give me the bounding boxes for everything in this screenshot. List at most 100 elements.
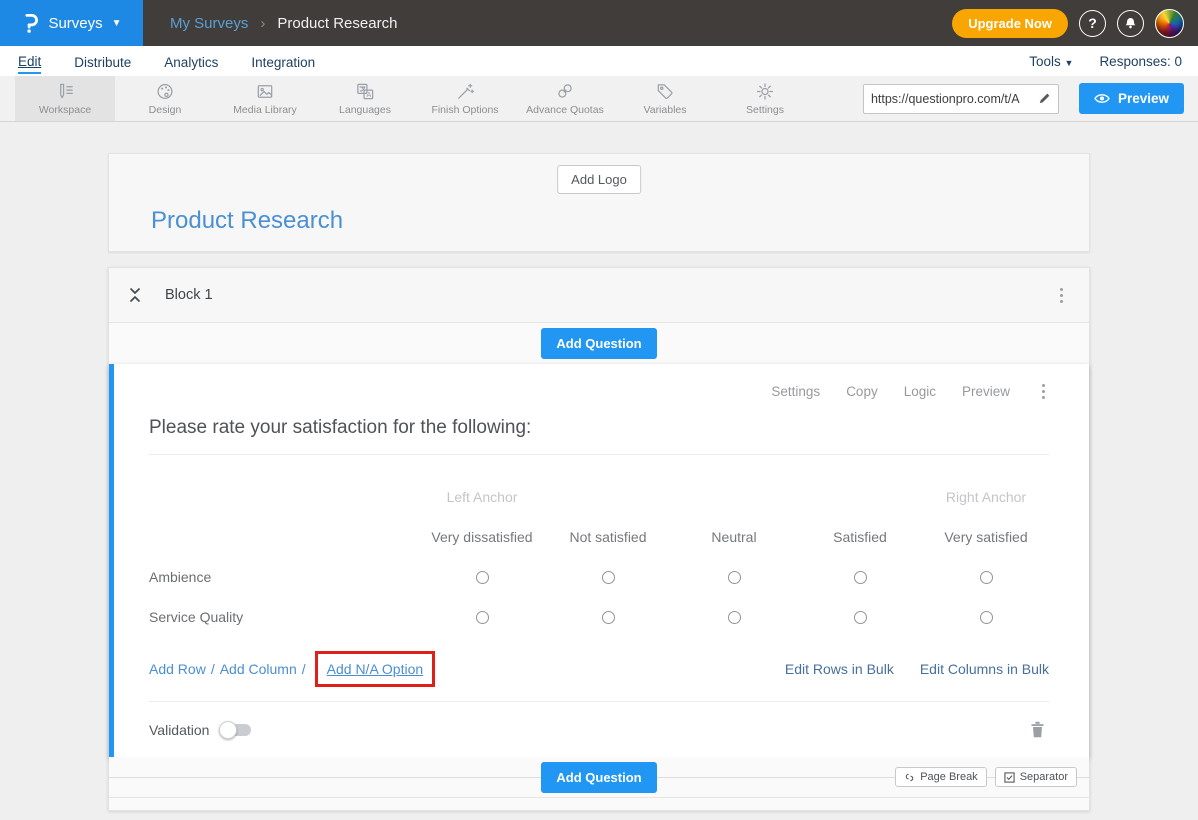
- column-header[interactable]: Very satisfied: [923, 529, 1049, 545]
- toolbar-label: Workspace: [39, 104, 91, 116]
- breadcrumb-separator-icon: ›: [260, 15, 265, 32]
- question-copy-link[interactable]: Copy: [846, 384, 878, 399]
- tools-dropdown[interactable]: Tools ▼: [1029, 54, 1073, 69]
- responses-count[interactable]: Responses: 0: [1099, 54, 1182, 69]
- radio-button[interactable]: [728, 611, 741, 624]
- toolbar-label: Languages: [339, 104, 391, 116]
- editor-toolbar: Workspace Design Media Library A Languag…: [0, 76, 1198, 122]
- radio-button[interactable]: [854, 571, 867, 584]
- survey-title[interactable]: Product Research: [151, 207, 343, 235]
- toolbar-item-finish-options[interactable]: Finish Options: [415, 76, 515, 121]
- toolbar-item-languages[interactable]: A Languages: [315, 76, 415, 121]
- image-icon: [254, 81, 276, 102]
- survey-url-box: [863, 84, 1059, 114]
- top-bar: Surveys ▼ My Surveys › Product Research …: [0, 0, 1198, 46]
- breadcrumb-my-surveys[interactable]: My Surveys: [170, 15, 248, 32]
- question-text[interactable]: Please rate your satisfaction for the fo…: [149, 417, 1049, 455]
- preview-button[interactable]: Preview: [1079, 83, 1184, 114]
- validation-toggle[interactable]: [221, 724, 251, 736]
- toolbar-item-variables[interactable]: Variables: [615, 76, 715, 121]
- app-logo-menu[interactable]: Surveys ▼: [0, 0, 143, 46]
- add-column-link[interactable]: Add Column: [220, 661, 297, 677]
- chevron-down-icon: ▼: [112, 18, 122, 29]
- question-card: Settings Copy Logic Preview Please rate …: [109, 364, 1089, 757]
- add-row-link[interactable]: Add Row: [149, 661, 206, 677]
- user-avatar[interactable]: [1155, 9, 1184, 38]
- separator-button[interactable]: Separator: [995, 767, 1077, 787]
- breadcrumb-current: Product Research: [277, 15, 397, 32]
- survey-header-card: Add Logo Product Research: [108, 153, 1090, 252]
- editor-content: Add Logo Product Research Block 1 Add Qu…: [0, 122, 1198, 811]
- tab-edit[interactable]: Edit: [18, 49, 41, 74]
- chain-links-icon: [554, 81, 576, 102]
- block-kebab-menu-icon[interactable]: [1054, 284, 1069, 307]
- toolbar-item-workspace[interactable]: Workspace: [15, 76, 115, 121]
- wand-icon: [454, 81, 476, 102]
- survey-nav: Edit Distribute Analytics Integration To…: [0, 46, 1198, 76]
- left-anchor-field[interactable]: Left Anchor: [419, 489, 545, 505]
- tag-icon: [654, 81, 676, 102]
- page-break-icon: [904, 772, 915, 783]
- toolbar-label: Design: [149, 104, 182, 116]
- link-separator: /: [302, 661, 306, 677]
- question-logic-link[interactable]: Logic: [904, 384, 936, 399]
- edit-columns-bulk-link[interactable]: Edit Columns in Bulk: [920, 661, 1049, 677]
- toolbar-item-design[interactable]: Design: [115, 76, 215, 121]
- trash-icon: [1030, 721, 1045, 738]
- question-settings-link[interactable]: Settings: [771, 384, 820, 399]
- question-kebab-menu-icon[interactable]: [1036, 380, 1051, 403]
- block-header: Block 1: [109, 268, 1089, 323]
- matrix-table: Left Anchor Right Anchor Very dissatisfi…: [149, 477, 1049, 637]
- column-header[interactable]: Very dissatisfied: [419, 529, 545, 545]
- toolbar-right: Preview: [863, 76, 1198, 121]
- tab-distribute[interactable]: Distribute: [74, 50, 131, 73]
- radio-button[interactable]: [980, 611, 993, 624]
- page-break-button[interactable]: Page Break: [895, 767, 986, 787]
- toolbar-item-media-library[interactable]: Media Library: [215, 76, 315, 121]
- questionpro-logo-icon: [21, 11, 39, 35]
- delete-question-button[interactable]: [1026, 717, 1049, 742]
- page-break-label: Page Break: [920, 771, 977, 783]
- tools-label: Tools: [1029, 54, 1061, 69]
- tab-integration[interactable]: Integration: [251, 50, 315, 73]
- validation-label: Validation: [149, 722, 209, 738]
- row-label[interactable]: Service Quality: [149, 609, 419, 625]
- help-icon[interactable]: ?: [1079, 10, 1106, 37]
- add-question-button-bottom[interactable]: Add Question: [541, 762, 656, 793]
- radio-button[interactable]: [476, 611, 489, 624]
- column-header[interactable]: Satisfied: [797, 529, 923, 545]
- survey-url-input[interactable]: [871, 92, 1038, 106]
- collapse-block-icon[interactable]: [129, 287, 141, 303]
- add-question-button-top[interactable]: Add Question: [541, 328, 656, 359]
- toolbar-label: Settings: [746, 104, 784, 116]
- add-logo-button[interactable]: Add Logo: [557, 165, 641, 194]
- toolbar-item-advance-quotas[interactable]: Advance Quotas: [515, 76, 615, 121]
- topbar-actions: Upgrade Now ?: [952, 9, 1198, 38]
- question-preview-link[interactable]: Preview: [962, 384, 1010, 399]
- row-label[interactable]: Ambience: [149, 569, 419, 585]
- radio-button[interactable]: [476, 571, 489, 584]
- toolbar-label: Media Library: [233, 104, 297, 116]
- block-title[interactable]: Block 1: [165, 287, 213, 303]
- edit-pencil-icon[interactable]: [1038, 92, 1051, 105]
- column-header[interactable]: Not satisfied: [545, 529, 671, 545]
- toolbar-label: Variables: [644, 104, 687, 116]
- chevron-down-icon: ▼: [1065, 58, 1074, 68]
- link-separator: /: [211, 661, 215, 677]
- toolbar-item-settings[interactable]: Settings: [715, 76, 815, 121]
- tab-analytics[interactable]: Analytics: [164, 50, 218, 73]
- radio-button[interactable]: [854, 611, 867, 624]
- radio-button[interactable]: [980, 571, 993, 584]
- nav-right: Tools ▼ Responses: 0: [1029, 54, 1182, 69]
- radio-button[interactable]: [602, 611, 615, 624]
- notifications-bell-icon[interactable]: [1117, 10, 1144, 37]
- add-na-option-link[interactable]: Add N/A Option: [327, 661, 424, 677]
- eye-icon: [1094, 93, 1110, 104]
- checkbox-icon: [1004, 772, 1015, 783]
- radio-button[interactable]: [728, 571, 741, 584]
- radio-button[interactable]: [602, 571, 615, 584]
- column-header[interactable]: Neutral: [671, 529, 797, 545]
- edit-rows-bulk-link[interactable]: Edit Rows in Bulk: [785, 661, 894, 677]
- upgrade-now-button[interactable]: Upgrade Now: [952, 9, 1068, 38]
- right-anchor-field[interactable]: Right Anchor: [923, 489, 1049, 505]
